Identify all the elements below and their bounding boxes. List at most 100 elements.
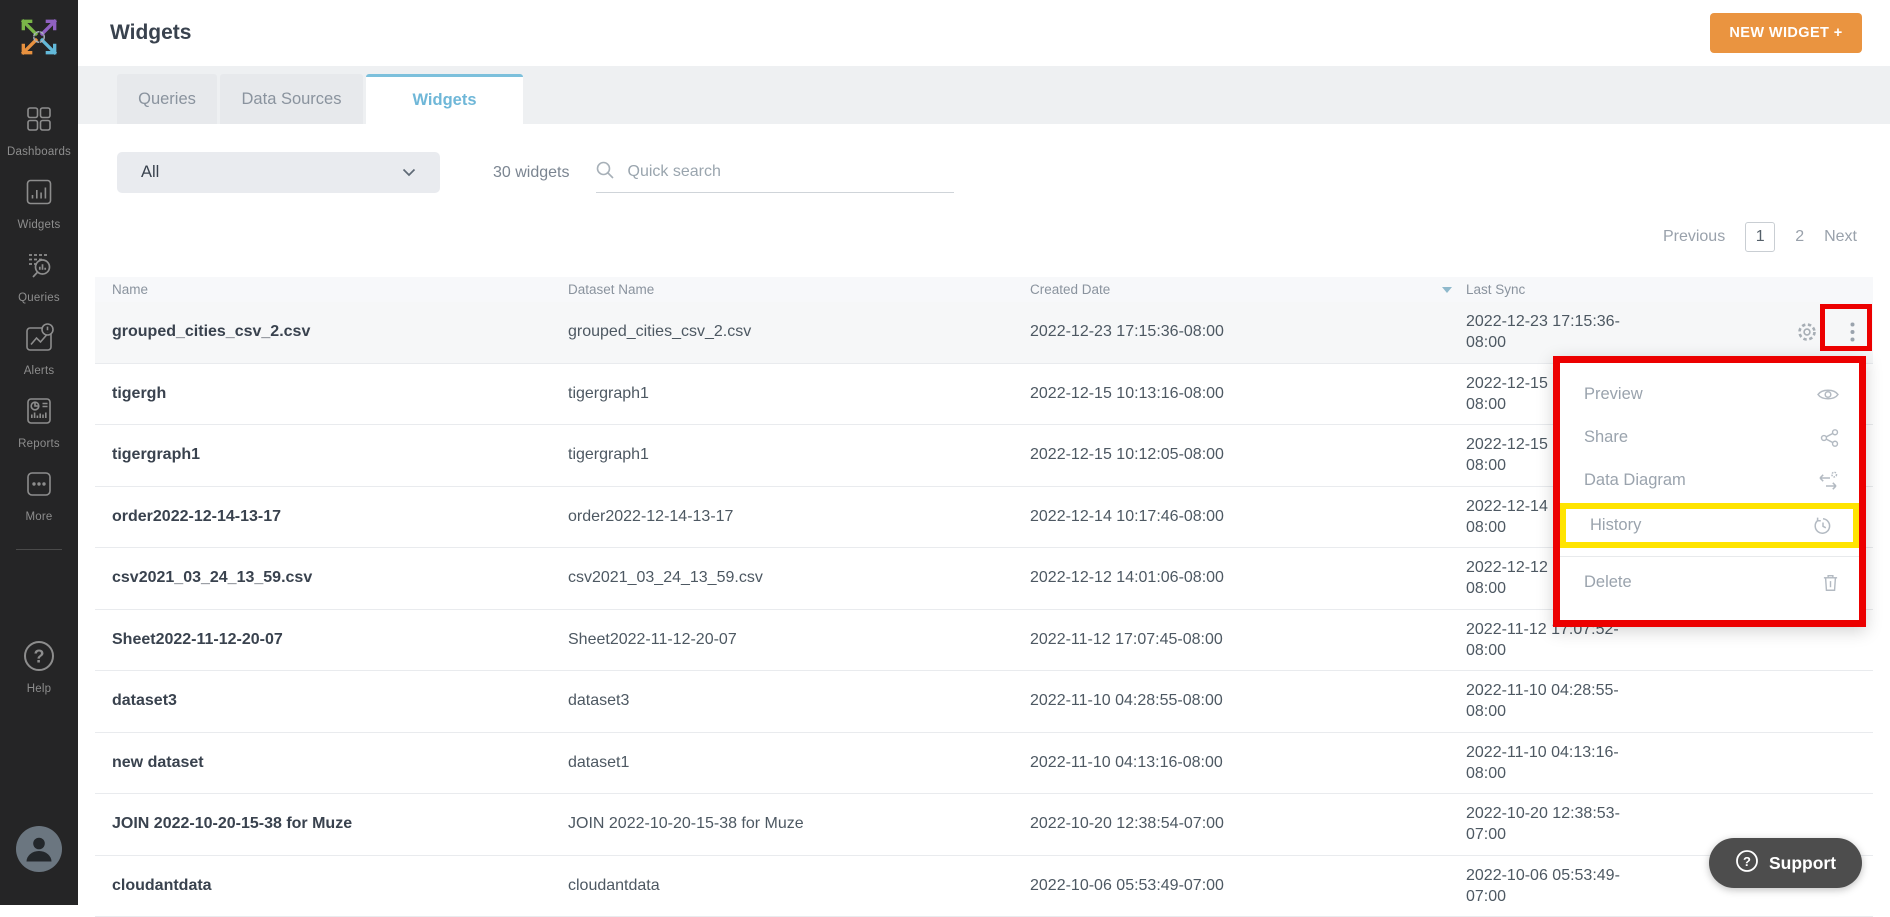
cell-dataset-name: JOIN 2022-10-20-15-38 for Muze bbox=[568, 815, 1030, 833]
cell-name: new dataset bbox=[95, 754, 568, 772]
column-header-last-sync[interactable]: Last Sync bbox=[1466, 282, 1640, 297]
svg-text:?: ? bbox=[34, 647, 45, 667]
cell-created-date: 2022-12-15 10:13:16-08:00 bbox=[1030, 385, 1466, 403]
sidebar-item-label: Alerts bbox=[24, 365, 55, 377]
history-icon bbox=[1813, 516, 1833, 536]
table-row[interactable]: dataset3dataset32022-11-10 04:28:55-08:0… bbox=[95, 671, 1873, 733]
pagination: Previous 1 2 Next bbox=[78, 222, 1857, 252]
sidebar-item-label: Queries bbox=[18, 292, 60, 304]
cell-created-date: 2022-10-20 12:38:54-07:00 bbox=[1030, 815, 1466, 833]
cell-dataset-name: order2022-12-14-13-17 bbox=[568, 508, 1030, 526]
sidebar-item-widgets[interactable]: Widgets bbox=[0, 174, 78, 231]
cell-name: Sheet2022-11-12-20-07 bbox=[95, 631, 568, 649]
data-diagram-icon bbox=[1817, 471, 1839, 491]
more-icon bbox=[21, 466, 57, 507]
cell-name: tigergh bbox=[95, 385, 568, 403]
cell-created-date: 2022-12-14 10:17:46-08:00 bbox=[1030, 508, 1466, 526]
cell-dataset-name: tigergraph1 bbox=[568, 385, 1030, 403]
menu-item-label: Preview bbox=[1584, 385, 1643, 404]
type-filter-dropdown[interactable]: All bbox=[117, 152, 440, 193]
cell-dataset-name: dataset1 bbox=[568, 754, 1030, 772]
cell-created-date: 2022-12-12 14:01:06-08:00 bbox=[1030, 569, 1466, 587]
page-title: Widgets bbox=[110, 21, 191, 45]
sidebar-item-label: Reports bbox=[18, 438, 60, 450]
sidebar: Dashboards Widgets Queries bbox=[0, 0, 78, 905]
table-row[interactable]: grouped_cities_csv_2.csvgrouped_cities_c… bbox=[95, 302, 1873, 364]
kebab-menu-icon[interactable] bbox=[1850, 322, 1855, 342]
cell-created-date: 2022-10-06 05:53:49-07:00 bbox=[1030, 877, 1466, 895]
sidebar-item-label: Dashboards bbox=[7, 146, 71, 158]
sidebar-item-reports[interactable]: Reports bbox=[0, 393, 78, 450]
cell-name: JOIN 2022-10-20-15-38 for Muze bbox=[95, 815, 568, 833]
cell-created-date: 2022-11-10 04:28:55-08:00 bbox=[1030, 692, 1466, 710]
cell-last-sync: 2022-10-06 05:53:49-07:00 bbox=[1466, 865, 1640, 907]
tab-widgets[interactable]: Widgets bbox=[366, 74, 523, 124]
sidebar-item-help[interactable]: ? Help bbox=[21, 638, 57, 695]
sidebar-item-label: Widgets bbox=[18, 219, 61, 231]
cell-dataset-name: tigergraph1 bbox=[568, 446, 1030, 464]
settings-gear-icon[interactable] bbox=[1796, 321, 1818, 343]
cell-last-sync: 2022-10-20 12:38:53-07:00 bbox=[1466, 803, 1640, 845]
tab-bar: Queries Data Sources Widgets bbox=[78, 66, 1890, 124]
menu-item-label: History bbox=[1590, 516, 1641, 535]
share-icon bbox=[1820, 428, 1839, 448]
next-page-button[interactable]: Next bbox=[1824, 228, 1857, 246]
cell-name: csv2021_03_24_13_59.csv bbox=[95, 569, 568, 587]
alerts-icon bbox=[21, 320, 57, 361]
delete-icon bbox=[1822, 573, 1839, 592]
user-avatar[interactable] bbox=[16, 826, 62, 877]
app-logo-icon[interactable] bbox=[16, 14, 62, 65]
cell-created-date: 2022-11-10 04:13:16-08:00 bbox=[1030, 754, 1466, 772]
quick-search-field[interactable] bbox=[596, 152, 954, 193]
sidebar-item-queries[interactable]: Queries bbox=[0, 247, 78, 304]
column-header-label: Created Date bbox=[1030, 282, 1110, 297]
yellow-annotation-history-box: History bbox=[1560, 503, 1859, 548]
table-header-row: Name Dataset Name Created Date Last Sync bbox=[95, 277, 1873, 302]
menu-item-label: Data Diagram bbox=[1584, 471, 1686, 490]
page-1-button[interactable]: 1 bbox=[1745, 222, 1775, 252]
cell-dataset-name: Sheet2022-11-12-20-07 bbox=[568, 631, 1030, 649]
table-row[interactable]: new datasetdataset12022-11-10 04:13:16-0… bbox=[95, 733, 1873, 795]
column-header-dataset-name[interactable]: Dataset Name bbox=[568, 282, 1030, 297]
tab-queries[interactable]: Queries bbox=[117, 74, 217, 124]
new-widget-button[interactable]: NEW WIDGET + bbox=[1710, 13, 1862, 53]
table-row[interactable]: JOIN 2022-10-20-15-38 for MuzeJOIN 2022-… bbox=[95, 794, 1873, 856]
filter-row: All 30 widgets bbox=[117, 152, 1890, 193]
cell-actions bbox=[1640, 321, 1873, 343]
cell-dataset-name: grouped_cities_csv_2.csv bbox=[568, 323, 1030, 341]
menu-item-label: Delete bbox=[1584, 573, 1632, 592]
support-button[interactable]: ? Support bbox=[1709, 838, 1862, 888]
sort-desc-icon bbox=[1442, 287, 1452, 293]
cell-dataset-name: csv2021_03_24_13_59.csv bbox=[568, 569, 1030, 587]
search-input[interactable] bbox=[626, 162, 930, 182]
tab-data-sources[interactable]: Data Sources bbox=[220, 74, 363, 124]
type-filter-value: All bbox=[141, 163, 159, 182]
menu-item-preview[interactable]: Preview bbox=[1560, 373, 1859, 416]
menu-item-share[interactable]: Share bbox=[1560, 416, 1859, 459]
queries-icon bbox=[21, 247, 57, 288]
page-2-button[interactable]: 2 bbox=[1795, 228, 1804, 246]
row-context-menu: Preview Share Data Diagram History bbox=[1553, 356, 1866, 627]
cell-created-date: 2022-12-23 17:15:36-08:00 bbox=[1030, 323, 1466, 341]
menu-item-delete[interactable]: Delete bbox=[1560, 561, 1859, 604]
column-header-name[interactable]: Name bbox=[95, 282, 568, 297]
cell-last-sync: 2022-12-23 17:15:36-08:00 bbox=[1466, 311, 1640, 353]
sidebar-nav: Dashboards Widgets Queries bbox=[0, 101, 78, 539]
question-circle-icon: ? bbox=[1735, 849, 1759, 878]
widget-count: 30 widgets bbox=[493, 164, 570, 182]
menu-item-history[interactable]: History bbox=[1566, 509, 1853, 542]
support-label: Support bbox=[1769, 853, 1836, 874]
menu-item-data-diagram[interactable]: Data Diagram bbox=[1560, 459, 1859, 502]
sidebar-item-alerts[interactable]: Alerts bbox=[0, 320, 78, 377]
cell-created-date: 2022-12-15 10:12:05-08:00 bbox=[1030, 446, 1466, 464]
search-icon bbox=[596, 161, 614, 184]
previous-page-button[interactable]: Previous bbox=[1663, 228, 1725, 246]
cell-name: order2022-12-14-13-17 bbox=[95, 508, 568, 526]
sidebar-item-more[interactable]: More bbox=[0, 466, 78, 523]
svg-text:?: ? bbox=[1743, 853, 1751, 868]
table-row[interactable]: cloudantdatacloudantdata2022-10-06 05:53… bbox=[95, 856, 1873, 917]
sidebar-divider bbox=[16, 549, 62, 550]
sidebar-item-dashboards[interactable]: Dashboards bbox=[0, 101, 78, 158]
column-header-created-date[interactable]: Created Date bbox=[1030, 282, 1466, 297]
cell-created-date: 2022-11-12 17:07:45-08:00 bbox=[1030, 631, 1466, 649]
